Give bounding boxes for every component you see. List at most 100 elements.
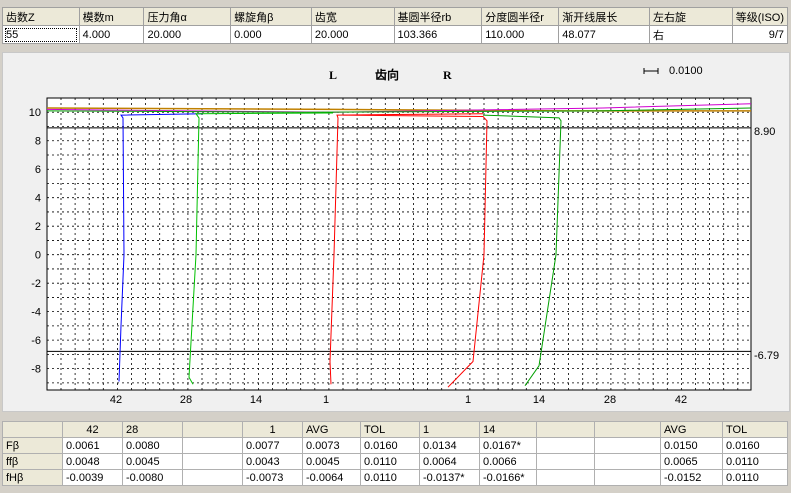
x-tick-label: 28 xyxy=(604,394,616,406)
param-header-teeth: 齿数Z xyxy=(2,7,80,26)
param-value-involute-length[interactable]: 48.077 xyxy=(558,25,650,44)
param-header-face-width: 齿宽 xyxy=(310,7,395,26)
results-cell: -0.0064 xyxy=(302,469,361,486)
lead-chart-panel: L 齿向 R 0.0100 10 8 6 4 2 0 -2 -4 -6 -8 42 28 14 1 1 14 2… xyxy=(2,52,790,412)
upper-limit-label: 8.90 xyxy=(754,126,775,138)
param-value-pressure-angle[interactable]: 20.000 xyxy=(143,25,232,44)
results-header-cell: TOL xyxy=(360,421,420,438)
results-row-label: fHβ xyxy=(2,469,63,486)
results-cell: 0.0045 xyxy=(122,453,183,470)
results-cell: 0.0077 xyxy=(242,437,303,454)
results-cell xyxy=(182,437,243,454)
results-cell xyxy=(182,469,243,486)
results-cell: 0.0110 xyxy=(722,469,788,486)
results-cell: 0.0080 xyxy=(122,437,183,454)
results-cell: 0.0150 xyxy=(660,437,723,454)
y-tick-label: -4 xyxy=(31,307,41,319)
lower-limit-label: -6.79 xyxy=(754,350,779,362)
x-tick-label: 28 xyxy=(180,394,192,406)
results-header-cell: 14 xyxy=(479,421,537,438)
y-tick-label: 8 xyxy=(35,136,41,148)
param-header-helix-angle: 螺旋角β xyxy=(230,7,312,26)
results-cell: 0.0110 xyxy=(360,453,420,470)
y-tick-label: 4 xyxy=(35,193,41,205)
results-header-cell: TOL xyxy=(722,421,788,438)
y-tick-label: -6 xyxy=(31,335,41,347)
param-header-iso-grade: 等级(ISO) xyxy=(731,7,789,26)
results-cell xyxy=(536,469,595,486)
results-header-cell: 28 xyxy=(122,421,183,438)
param-value-pitch-radius[interactable]: 110.000 xyxy=(481,25,560,44)
param-value-helix-angle[interactable]: 0.000 xyxy=(230,25,312,44)
results-cell: 0.0061 xyxy=(62,437,123,454)
gear-parameters-table: 齿数Z 模数m 压力角α 螺旋角β 齿宽 基圆半径rb 分度圆半径r 渐开线展长… xyxy=(2,7,789,44)
y-tick-label: -8 xyxy=(31,364,41,376)
results-cell: -0.0080 xyxy=(122,469,183,486)
results-cell xyxy=(594,469,661,486)
results-cell xyxy=(182,453,243,470)
x-tick-label: 42 xyxy=(675,394,687,406)
results-header-cell xyxy=(594,421,661,438)
results-cell: 0.0073 xyxy=(302,437,361,454)
results-cell: 0.0066 xyxy=(479,453,537,470)
results-header-cell: AVG xyxy=(660,421,723,438)
param-value-teeth[interactable]: 55 xyxy=(2,25,80,44)
results-header-cell xyxy=(536,421,595,438)
results-cell xyxy=(594,453,661,470)
lead-results-table: 42 28 1 AVG TOL 1 14 AVG TOL Fβ 0.0061 0… xyxy=(2,421,788,486)
results-cell: 0.0110 xyxy=(722,453,788,470)
scale-label: 0.0100 xyxy=(669,65,703,77)
results-cell: 0.0045 xyxy=(302,453,361,470)
y-tick-label: 6 xyxy=(35,164,41,176)
results-header-cell xyxy=(182,421,243,438)
x-tick-label: 14 xyxy=(250,394,262,406)
results-cell xyxy=(536,437,595,454)
left-flank-label: L xyxy=(329,68,337,82)
param-header-hand: 左右旋 xyxy=(648,7,733,26)
param-value-hand[interactable]: 右 xyxy=(648,25,733,44)
x-tick-label: 1 xyxy=(465,394,471,406)
results-cell xyxy=(536,453,595,470)
results-cell: 0.0134 xyxy=(419,437,480,454)
param-header-module: 模数m xyxy=(78,7,145,26)
results-cell: -0.0073 xyxy=(242,469,303,486)
results-cell: -0.0166* xyxy=(479,469,537,486)
param-header-involute-length: 渐开线展长 xyxy=(558,7,650,26)
results-cell: 0.0065 xyxy=(660,453,723,470)
scale-bar-icon xyxy=(643,68,659,74)
results-cell: -0.0152 xyxy=(660,469,723,486)
results-row-label: ffβ xyxy=(2,453,63,470)
results-header-cell: AVG xyxy=(302,421,361,438)
plot-area: 1086420-2-4-6-842 28 14 1 1 14 28 42 xyxy=(29,97,752,406)
y-tick-label: 2 xyxy=(35,221,41,233)
param-header-pressure-angle: 压力角α xyxy=(143,7,232,26)
x-tick-label: 1 xyxy=(323,394,329,406)
y-tick-label: 0 xyxy=(35,250,41,262)
param-value-base-radius[interactable]: 103.366 xyxy=(393,25,483,44)
param-value-face-width[interactable]: 20.000 xyxy=(310,25,395,44)
results-corner xyxy=(2,421,63,438)
param-header-pitch-radius: 分度圆半径r xyxy=(481,7,560,26)
results-row-label: Fβ xyxy=(2,437,63,454)
results-cell: 0.0110 xyxy=(360,469,420,486)
param-value-iso-grade[interactable]: 9/7 xyxy=(731,25,789,44)
chart-title: 齿向 xyxy=(375,67,399,82)
param-header-base-radius: 基圆半径rb xyxy=(393,7,483,26)
lead-chart: L 齿向 R 0.0100 1086420-2-4-6-842 28 14 1 1 14 2… xyxy=(29,65,779,406)
param-value-module[interactable]: 4.000 xyxy=(78,25,145,44)
results-header-cell: 1 xyxy=(419,421,480,438)
results-cell: -0.0039 xyxy=(62,469,123,486)
results-cell: 0.0048 xyxy=(62,453,123,470)
y-tick-label: 10 xyxy=(29,107,41,119)
results-header-cell: 42 xyxy=(62,421,123,438)
x-tick-label: 14 xyxy=(533,394,545,406)
results-cell: 0.0160 xyxy=(360,437,420,454)
results-header-cell: 1 xyxy=(242,421,303,438)
x-tick-label: 42 xyxy=(110,394,122,406)
results-cell: 0.0160 xyxy=(722,437,788,454)
results-cell: -0.0137* xyxy=(419,469,480,486)
y-tick-label: -2 xyxy=(31,278,41,290)
results-cell: 0.0167* xyxy=(479,437,537,454)
results-cell xyxy=(594,437,661,454)
results-cell: 0.0064 xyxy=(419,453,480,470)
